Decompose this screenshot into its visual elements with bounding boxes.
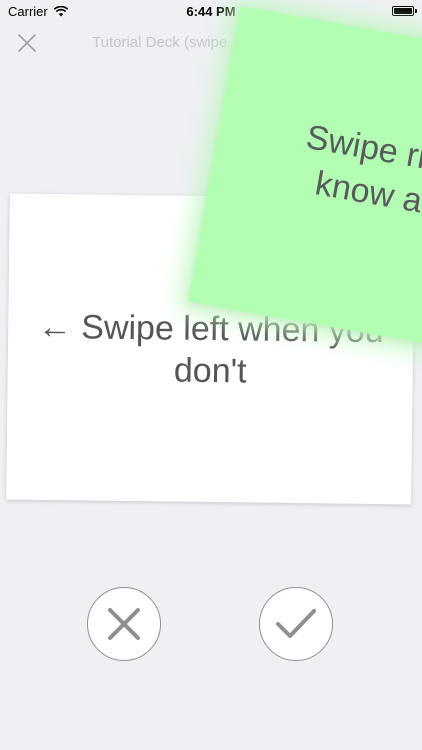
- status-time: 6:44 PM: [186, 4, 236, 19]
- status-bar: Carrier 6:44 PM: [0, 0, 422, 22]
- close-icon: [18, 34, 36, 52]
- card-front-text: Swipe right know a c: [240, 105, 422, 240]
- x-icon: [108, 608, 140, 640]
- check-icon: [276, 609, 316, 638]
- battery-icon: [392, 6, 414, 16]
- dont-know-button[interactable]: [87, 587, 161, 661]
- flashcard-front[interactable]: Swipe right know a c: [188, 6, 422, 354]
- know-button[interactable]: [259, 587, 333, 661]
- deck-title: Tutorial Deck (swipe: [92, 34, 228, 51]
- battery-tip: [415, 9, 417, 13]
- close-button[interactable]: [12, 28, 42, 58]
